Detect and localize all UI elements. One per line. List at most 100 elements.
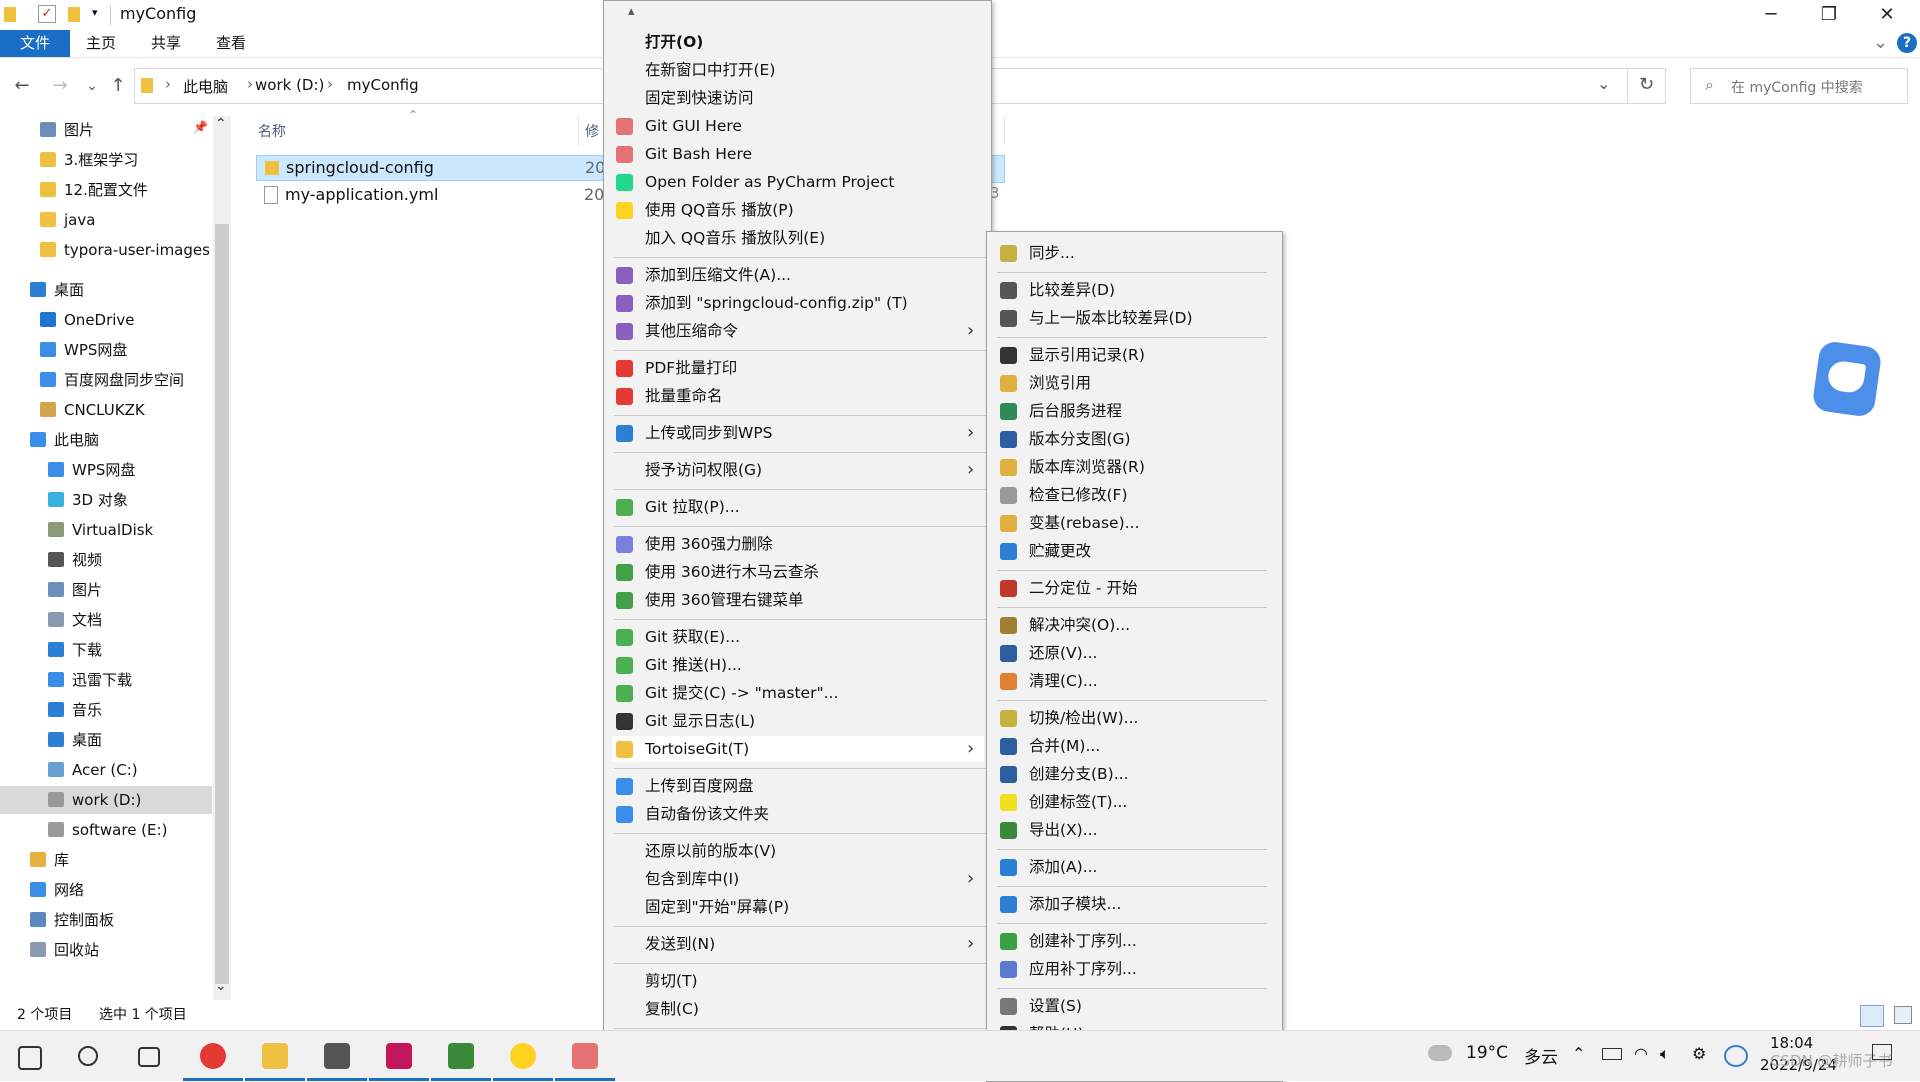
- menu-item[interactable]: Git 拉取(P)...: [604, 494, 989, 520]
- menu-item[interactable]: PDF批量打印: [604, 355, 989, 381]
- column-header-name[interactable]: 名称: [258, 121, 286, 141]
- weather-desc[interactable]: 多云: [1524, 1043, 1558, 1068]
- wifi-icon[interactable]: ◠: [1634, 1044, 1648, 1063]
- tab-view[interactable]: 查看: [206, 30, 256, 57]
- menu-item[interactable]: Git Bash Here: [604, 141, 989, 167]
- tray-app-icon[interactable]: [1724, 1045, 1748, 1067]
- nav-item[interactable]: software (E:): [0, 816, 212, 844]
- breadcrumb-sep[interactable]: ›: [247, 75, 253, 93]
- nav-item[interactable]: 3.框架学习: [0, 146, 212, 174]
- menu-item[interactable]: 授予访问权限(G) ›: [604, 457, 989, 483]
- nav-item[interactable]: WPS网盘: [0, 456, 212, 484]
- menu-item[interactable]: 应用补丁序列...: [987, 956, 1280, 982]
- nav-item[interactable]: 此电脑: [0, 426, 212, 454]
- menu-item[interactable]: 使用 360管理右键菜单: [604, 587, 989, 613]
- menu-item[interactable]: 使用 360强力删除: [604, 531, 989, 557]
- nav-item[interactable]: 音乐: [0, 696, 212, 724]
- nav-item[interactable]: 回收站: [0, 936, 212, 964]
- menu-item[interactable]: 固定到"开始"屏幕(P): [604, 894, 989, 920]
- refresh-button[interactable]: ↻: [1639, 74, 1654, 95]
- menu-item[interactable]: Git 推送(H)...: [604, 652, 989, 678]
- nav-item[interactable]: 控制面板: [0, 906, 212, 934]
- quick-access-dropdown-icon[interactable]: ▾: [92, 6, 98, 19]
- menu-item[interactable]: 使用 QQ音乐 播放(P): [604, 197, 989, 223]
- nav-item[interactable]: VirtualDisk: [0, 516, 212, 544]
- nav-item[interactable]: 库: [0, 846, 212, 874]
- git-gui-icon[interactable]: [572, 1043, 598, 1069]
- nav-scrollbar-thumb[interactable]: [215, 224, 229, 984]
- menu-item[interactable]: 与上一版本比较差异(D): [987, 305, 1280, 331]
- address-dropdown-icon[interactable]: ⌄: [1597, 74, 1610, 93]
- back-button[interactable]: ←: [10, 74, 34, 98]
- menu-item[interactable]: 包含到库中(I) ›: [604, 866, 989, 892]
- tab-share[interactable]: 共享: [141, 30, 191, 57]
- menu-item[interactable]: 后台服务进程: [987, 398, 1280, 424]
- nav-item[interactable]: 3D 对象: [0, 486, 212, 514]
- weather-temp[interactable]: 19°C: [1466, 1043, 1508, 1063]
- menu-item[interactable]: 解决冲突(O)...: [987, 612, 1280, 638]
- menu-item[interactable]: 上传或同步到WPS ›: [604, 420, 989, 446]
- menu-item[interactable]: 创建标签(T)...: [987, 789, 1280, 815]
- breadcrumb-work-d[interactable]: work (D:): [255, 76, 324, 94]
- recent-locations-button[interactable]: ⌄: [80, 74, 104, 98]
- menu-item[interactable]: 版本分支图(G): [987, 426, 1280, 452]
- menu-item[interactable]: TortoiseGit(T) ›: [612, 736, 984, 762]
- up-button[interactable]: ↑: [106, 74, 130, 98]
- nav-item[interactable]: 图片: [0, 576, 212, 604]
- menu-item[interactable]: 比较差异(D): [987, 277, 1280, 303]
- breadcrumb-sep[interactable]: ›: [327, 75, 333, 93]
- column-header-modified[interactable]: 修: [585, 121, 599, 141]
- menu-item[interactable]: 版本库浏览器(R): [987, 454, 1280, 480]
- close-button[interactable]: ✕: [1858, 0, 1916, 30]
- menu-item[interactable]: 复制(C): [604, 996, 989, 1022]
- menu-item[interactable]: 添加到压缩文件(A)...: [604, 262, 989, 288]
- menu-item[interactable]: 添加到 "springcloud-config.zip" (T): [604, 290, 989, 316]
- nav-item[interactable]: work (D:): [0, 786, 212, 814]
- breadcrumb-this-pc[interactable]: 此电脑: [183, 76, 228, 97]
- menu-item[interactable]: 清理(C)...: [987, 668, 1280, 694]
- maximize-button[interactable]: ❐: [1800, 0, 1858, 30]
- nav-item[interactable]: 网络: [0, 876, 212, 904]
- menu-item[interactable]: Git 获取(E)...: [604, 624, 989, 650]
- scroll-up-arrow[interactable]: ⌃: [215, 116, 227, 132]
- menu-item[interactable]: Git GUI Here: [604, 113, 989, 139]
- menu-item[interactable]: 创建分支(B)...: [987, 761, 1280, 787]
- ribbon-expand-icon[interactable]: ⌄: [1873, 32, 1888, 53]
- nav-item[interactable]: 图片: [0, 116, 212, 144]
- breadcrumb-sep[interactable]: ›: [165, 75, 171, 93]
- menu-item[interactable]: 打开(O): [604, 29, 989, 55]
- menu-item[interactable]: Git 显示日志(L): [604, 708, 989, 734]
- menu-item[interactable]: Open Folder as PyCharm Project: [604, 169, 989, 195]
- nav-item[interactable]: OneDrive: [0, 306, 212, 334]
- menu-item[interactable]: 还原(V)...: [987, 640, 1280, 666]
- menu-item[interactable]: 发送到(N) ›: [604, 931, 989, 957]
- menu-item[interactable]: 贮藏更改: [987, 538, 1280, 564]
- menu-item[interactable]: 导出(X)...: [987, 817, 1280, 843]
- minimize-button[interactable]: ─: [1742, 0, 1800, 30]
- task-view-icon[interactable]: [138, 1047, 160, 1067]
- menu-item[interactable]: 切换/检出(W)...: [987, 705, 1280, 731]
- nav-item[interactable]: 文档: [0, 606, 212, 634]
- typora-icon[interactable]: [324, 1043, 350, 1069]
- menu-item[interactable]: 检查已修改(F): [987, 482, 1280, 508]
- properties-check-icon[interactable]: ✓: [38, 5, 56, 23]
- notification-icon[interactable]: [1872, 1044, 1892, 1060]
- notepad-icon[interactable]: [448, 1043, 474, 1069]
- menu-item[interactable]: 合并(M)...: [987, 733, 1280, 759]
- nav-item[interactable]: 桌面: [0, 726, 212, 754]
- menu-item[interactable]: 添加子模块...: [987, 891, 1280, 917]
- menu-item[interactable]: 加入 QQ音乐 播放队列(E): [604, 225, 989, 251]
- chrome-icon[interactable]: [200, 1043, 226, 1069]
- menu-item[interactable]: 上传到百度网盘: [604, 773, 989, 799]
- floating-assistant-icon[interactable]: [1811, 340, 1883, 418]
- menu-item[interactable]: 在新窗口中打开(E): [604, 57, 989, 83]
- file-explorer-icon[interactable]: [262, 1043, 288, 1069]
- tab-home[interactable]: 主页: [76, 30, 126, 57]
- menu-item[interactable]: 自动备份该文件夹: [604, 801, 989, 827]
- details-view-icon[interactable]: [1860, 1005, 1884, 1027]
- menu-item[interactable]: 设置(S): [987, 993, 1280, 1019]
- start-icon[interactable]: [18, 1046, 42, 1070]
- nav-item[interactable]: WPS网盘: [0, 336, 212, 364]
- nav-item[interactable]: CNCLUKZK: [0, 396, 212, 424]
- menu-item[interactable]: 显示引用记录(R): [987, 342, 1280, 368]
